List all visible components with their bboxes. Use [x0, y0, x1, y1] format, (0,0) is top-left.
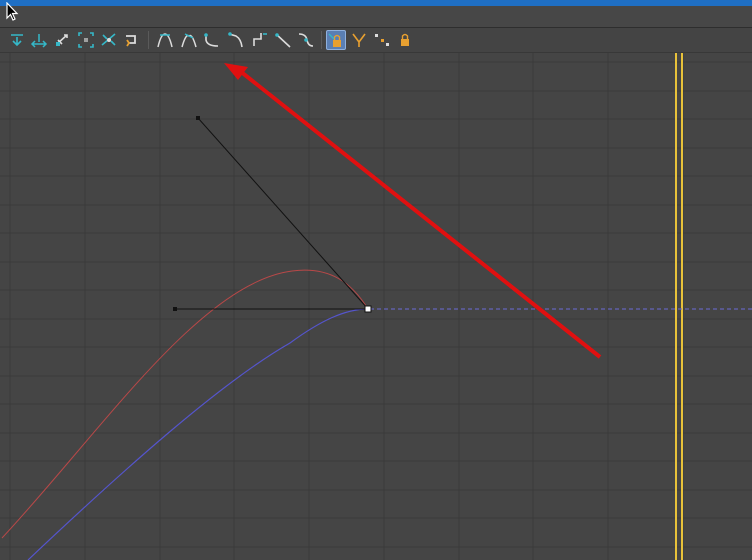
tangent-fast-icon[interactable]: [202, 30, 222, 50]
slide-keys-icon[interactable]: [53, 30, 73, 50]
lock-tangents-icon[interactable]: [326, 30, 346, 50]
tangent-spline-icon[interactable]: [179, 30, 199, 50]
window-titlebar: [0, 0, 752, 28]
tangent-smooth-icon[interactable]: [296, 30, 316, 50]
titlebar-accent-bar: [0, 0, 752, 6]
scale-keys-icon[interactable]: [76, 30, 96, 50]
unify-tangents-icon[interactable]: [372, 30, 392, 50]
graph-grid: [0, 53, 752, 560]
scale-values-icon[interactable]: [99, 30, 119, 50]
break-tangents-icon[interactable]: [349, 30, 369, 50]
tangent-slow-icon[interactable]: [226, 30, 246, 50]
selected-key[interactable]: [364, 305, 372, 313]
tangent-auto-icon[interactable]: [155, 30, 175, 50]
curve-graph-area[interactable]: [0, 53, 752, 560]
toolbar-separator: [148, 31, 149, 49]
tangent-handle-point[interactable]: [173, 307, 177, 311]
curve-editor-toolbar: [0, 28, 752, 53]
lock-keys-icon[interactable]: [395, 30, 415, 50]
toolbar-separator: [321, 31, 322, 49]
filter-keys-icon[interactable]: [7, 30, 27, 50]
tangent-step-icon[interactable]: [250, 30, 270, 50]
tangent-linear-icon[interactable]: [273, 30, 293, 50]
move-keys-icon[interactable]: [29, 30, 49, 50]
add-remove-keys-icon[interactable]: [122, 30, 142, 50]
tangent-handle-line: [197, 117, 369, 310]
mouse-cursor-icon: [6, 2, 19, 21]
tangent-handle-point[interactable]: [196, 116, 200, 120]
